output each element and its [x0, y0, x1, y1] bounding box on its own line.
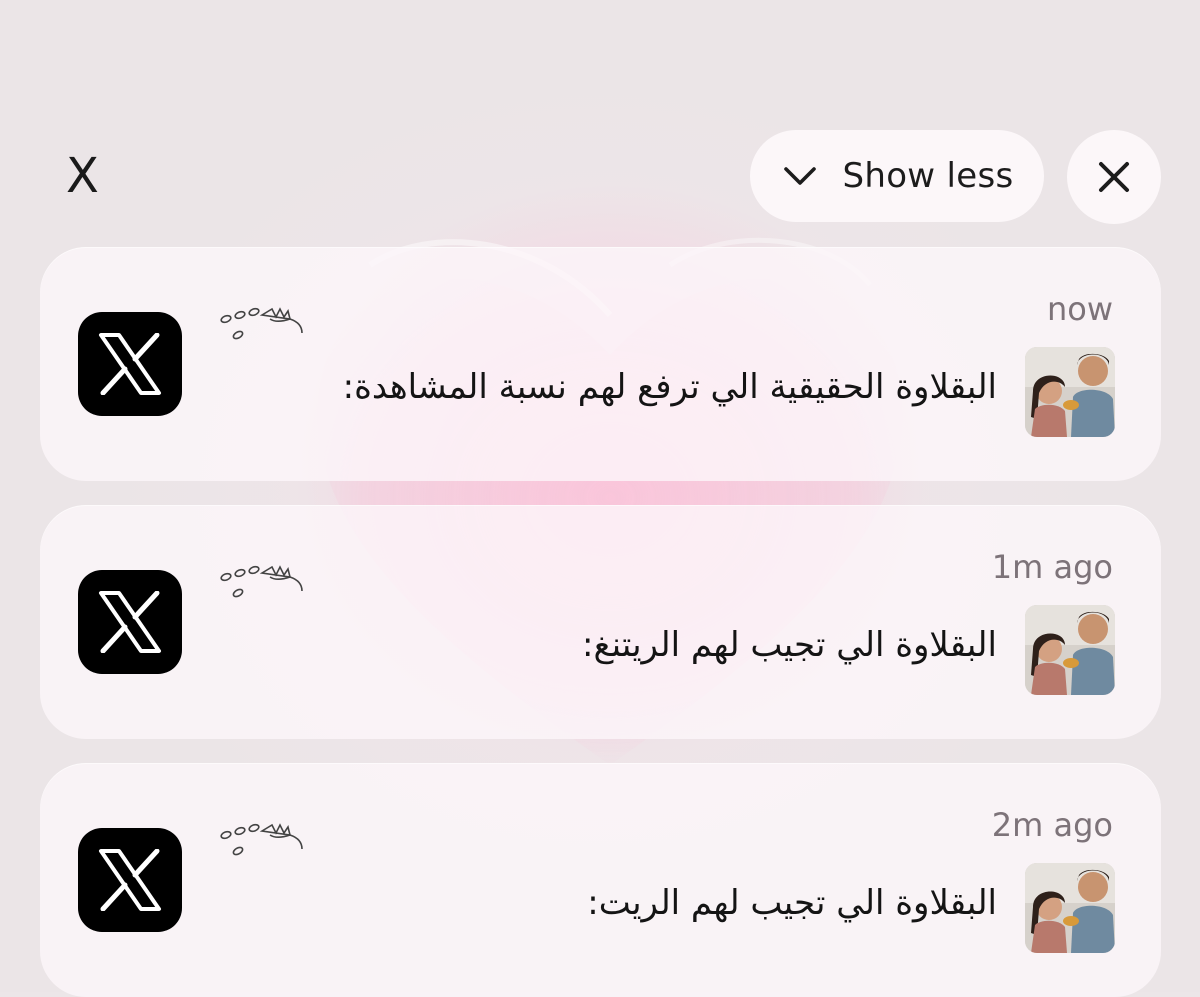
- flower-doodle-icon: [220, 823, 303, 856]
- notification-card[interactable]: 1m ago البقلاوة الي تجيب لهم الريتنغ:: [40, 505, 1161, 739]
- x-app-icon: [78, 570, 182, 674]
- show-less-button[interactable]: Show less: [750, 130, 1044, 222]
- chevron-down-icon: [784, 167, 817, 185]
- notification-card[interactable]: now البقلاوة الحقيقية الي ترفع لهم نسبة …: [40, 247, 1161, 481]
- x-logo-icon: [99, 591, 161, 653]
- sender-avatar: [1025, 347, 1115, 437]
- notification-time: now: [1046, 290, 1113, 328]
- app-title: X: [66, 148, 99, 204]
- flower-doodle-icon: [220, 307, 303, 340]
- notification-time: 1m ago: [991, 548, 1113, 586]
- notification-message: البقلاوة الي تجيب لهم الريت:: [587, 883, 997, 923]
- x-logo-icon: [99, 849, 161, 911]
- flower-doodle-icon: [220, 565, 303, 598]
- x-logo-icon: [99, 333, 161, 395]
- sender-avatar: [1025, 605, 1115, 695]
- close-icon: [1099, 162, 1129, 192]
- notification-card[interactable]: 2m ago البقلاوة الي تجيب لهم الريت:: [40, 763, 1161, 997]
- clear-notifications-button[interactable]: [1067, 130, 1161, 224]
- x-app-icon: [78, 828, 182, 932]
- notification-message: البقلاوة الحقيقية الي ترفع لهم نسبة المش…: [342, 367, 997, 407]
- notification-message: البقلاوة الي تجيب لهم الريتنغ:: [582, 625, 997, 665]
- sender-avatar: [1025, 863, 1115, 953]
- x-app-icon: [78, 312, 182, 416]
- notification-time: 2m ago: [991, 806, 1113, 844]
- show-less-label: Show less: [842, 156, 1014, 196]
